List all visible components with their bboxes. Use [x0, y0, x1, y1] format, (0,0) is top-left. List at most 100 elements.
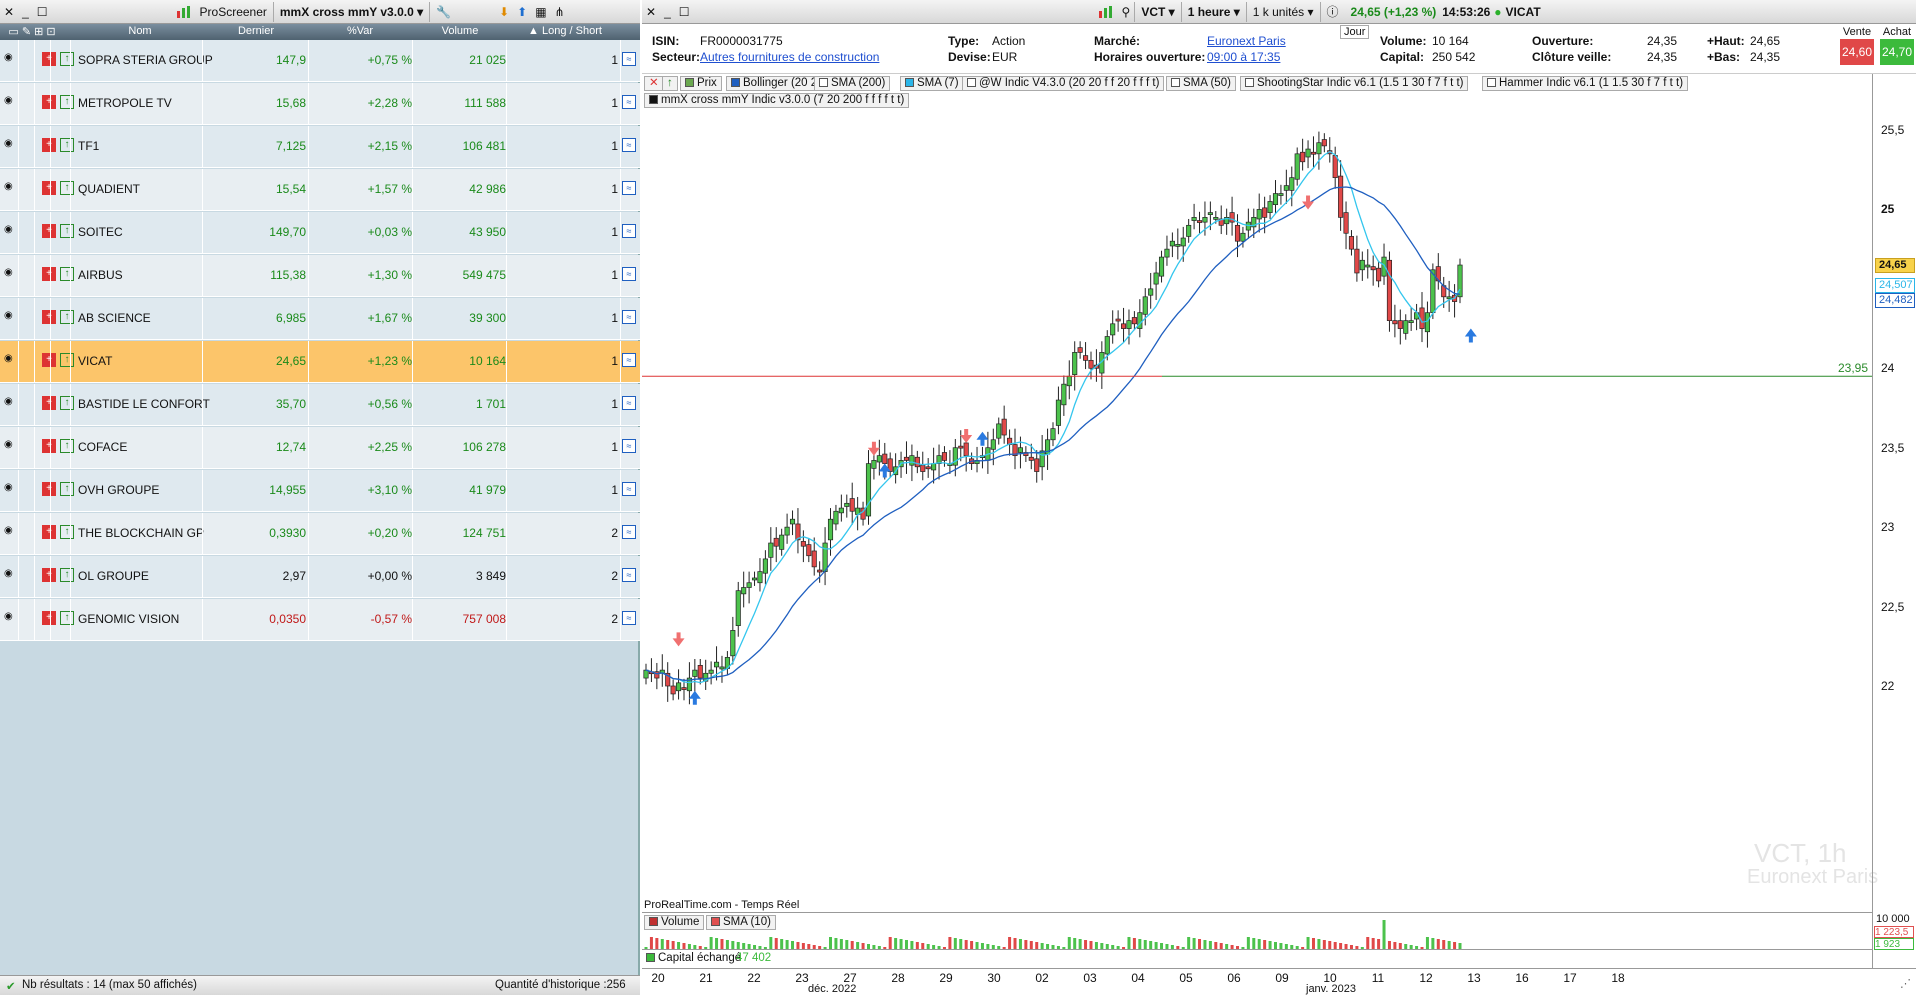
chart-icon[interactable]: ≈ — [622, 439, 636, 453]
chart-icon[interactable]: ≈ — [622, 52, 636, 66]
eye-icon[interactable]: ◉ — [4, 439, 18, 453]
buy-button[interactable]: 24,70 — [1880, 39, 1914, 65]
instrument-info: ISIN: FR0000031775 Secteur: Autres fourn… — [642, 24, 1916, 74]
alert-icon[interactable]: + — [42, 396, 56, 410]
chart-icon[interactable]: ≈ — [622, 181, 636, 195]
table-row[interactable]: ◉ + ↑ AB SCIENCE 6,985 +1,67 % 39 300 1 ≈ — [0, 298, 640, 340]
sort-up-icon[interactable]: ⬆ — [513, 2, 531, 22]
horaires-link[interactable]: 09:00 à 17:35 — [1207, 50, 1280, 64]
chart-icon[interactable]: ≈ — [622, 224, 636, 238]
column-separator — [620, 599, 621, 641]
sell-button[interactable]: 24,60 — [1840, 39, 1874, 65]
close-icon[interactable]: ✕ — [642, 2, 660, 22]
table-row[interactable]: ◉ + ↑ AIRBUS 115,38 +1,30 % 549 475 1 ≈ — [0, 255, 640, 297]
eye-icon[interactable]: ◉ — [4, 396, 18, 410]
candle — [925, 458, 931, 478]
table-row[interactable]: ◉ + ↑ GENOMIC VISION 0,0350 -0,57 % 757 008 2 ≈ — [0, 599, 640, 641]
link-icon[interactable]: ⚲ — [1118, 2, 1135, 22]
row-last: 0,0350 — [269, 612, 306, 626]
chart-icon[interactable]: ≈ — [622, 482, 636, 496]
table-row[interactable]: ◉ + ↑ OVH GROUPE 14,955 +3,10 % 41 979 1 ≈ — [0, 470, 640, 512]
screener-select[interactable]: mmX cross mmY v3.0.0 ▾ — [276, 2, 427, 22]
alert-icon[interactable]: + — [42, 568, 56, 582]
chart-icon[interactable]: ≈ — [622, 396, 636, 410]
table-row[interactable]: ◉ + ↑ VICAT 24,65 +1,23 % 10 164 1 ≈ — [0, 341, 640, 383]
volume-bar — [1024, 940, 1028, 949]
eye-icon[interactable]: ◉ — [4, 267, 18, 281]
table-row[interactable]: ◉ + ↑ METROPOLE TV 15,68 +2,28 % 111 588 1 ≈ — [0, 83, 640, 125]
wrench-icon[interactable]: 🔧 — [432, 2, 455, 22]
alert-icon[interactable]: + — [42, 353, 56, 367]
eye-icon[interactable]: ◉ — [4, 353, 18, 367]
table-row[interactable]: ◉ + ↑ QUADIENT 15,54 +1,57 % 42 986 1 ≈ — [0, 169, 640, 211]
alert-icon[interactable]: + — [42, 525, 56, 539]
chart-icon[interactable]: ≈ — [622, 95, 636, 109]
eye-icon[interactable]: ◉ — [4, 482, 18, 496]
alert-icon[interactable]: + — [42, 611, 56, 625]
candle — [1338, 160, 1344, 231]
eye-icon[interactable]: ◉ — [4, 52, 18, 66]
volume-sma-tag[interactable]: SMA (10) — [706, 915, 776, 930]
eye-icon[interactable]: ◉ — [4, 95, 18, 109]
sort-down-icon[interactable]: ⬇ — [495, 2, 513, 22]
eye-icon[interactable]: ◉ — [4, 181, 18, 195]
table-row[interactable]: ◉ + ↑ SOPRA STERIA GROUP 147,9 +0,75 % 21 025 1… — [0, 40, 640, 82]
table-row[interactable]: ◉ + ↑ BASTIDE LE CONFORT 35,70 +0,56 % 1 701 1 ≈ — [0, 384, 640, 426]
column-separator — [18, 341, 19, 383]
maximize-icon[interactable]: ☐ — [675, 2, 694, 22]
col-dernier[interactable]: Dernier — [206, 25, 306, 37]
eye-icon[interactable]: ◉ — [4, 611, 18, 625]
column-separator — [50, 599, 51, 641]
marche-link[interactable]: Euronext Paris — [1207, 34, 1286, 48]
units-select[interactable]: 1 k unités ▾ — [1245, 1, 1320, 22]
minimize-icon[interactable]: _ — [18, 2, 33, 22]
layout-icon[interactable]: ▦ — [531, 2, 550, 22]
table-row[interactable]: ◉ + ↑ TF1 7,125 +2,15 % 106 481 1 ≈ — [0, 126, 640, 168]
alert-icon[interactable]: + — [42, 181, 56, 195]
col-nom[interactable]: Nom — [76, 25, 204, 37]
row-var: +1,23 % — [367, 354, 412, 368]
chart-icon[interactable]: ≈ — [622, 353, 636, 367]
table-row[interactable]: ◉ + ↑ THE BLOCKCHAIN GP 0,3930 +0,20 % 124 751… — [0, 513, 640, 555]
share-icon[interactable]: ⋔ — [551, 2, 569, 22]
resize-grip-icon[interactable]: ⋰ — [1900, 977, 1911, 990]
alert-icon[interactable]: + — [42, 439, 56, 453]
eye-icon[interactable]: ◉ — [4, 525, 18, 539]
table-row[interactable]: ◉ + ↑ COFACE 12,74 +2,25 % 106 278 1 ≈ — [0, 427, 640, 469]
table-row[interactable]: ◉ + ↑ OL GROUPE 2,97 +0,00 % 3 849 2 ≈ — [0, 556, 640, 598]
eye-icon[interactable]: ◉ — [4, 310, 18, 324]
price-chart[interactable]: 23,95 — [642, 74, 1872, 894]
col-var[interactable]: %Var — [308, 25, 412, 37]
alert-icon[interactable]: + — [42, 310, 56, 324]
close-icon[interactable]: ✕ — [0, 2, 18, 22]
maximize-icon[interactable]: ☐ — [33, 2, 52, 22]
alert-icon[interactable]: + — [42, 52, 56, 66]
jour-tab[interactable]: Jour — [1340, 25, 1370, 39]
eye-icon[interactable]: ◉ — [4, 138, 18, 152]
chart-icon[interactable]: ≈ — [622, 611, 636, 625]
alert-icon[interactable]: + — [42, 482, 56, 496]
secteur-link[interactable]: Autres fournitures de construction — [700, 50, 879, 64]
chart-icon[interactable]: ≈ — [622, 525, 636, 539]
chart-icon[interactable]: ≈ — [622, 568, 636, 582]
table-row[interactable]: ◉ + ↑ SOITEC 149,70 +0,03 % 43 950 1 ≈ — [0, 212, 640, 254]
eye-icon[interactable]: ◉ — [4, 568, 18, 582]
chart-icon[interactable]: ≈ — [622, 267, 636, 281]
alert-icon[interactable]: + — [42, 224, 56, 238]
info-icon[interactable]: ⓘ — [1319, 1, 1345, 22]
alert-icon[interactable]: + — [42, 95, 56, 109]
col-volume[interactable]: Volume — [414, 25, 506, 37]
eye-icon[interactable]: ◉ — [4, 224, 18, 238]
alert-icon[interactable]: + — [42, 267, 56, 281]
volume-tag[interactable]: Volume — [644, 915, 705, 930]
candle — [1186, 218, 1192, 243]
col-long-short[interactable]: ▲ Long / Short — [508, 25, 622, 37]
chart-icon[interactable]: ≈ — [622, 310, 636, 324]
timeframe-select[interactable]: 1 heure ▾ — [1180, 1, 1246, 22]
ticker-select[interactable]: VCT ▾ — [1134, 1, 1180, 22]
bar-chart-icon[interactable] — [1094, 2, 1118, 22]
chart-icon[interactable]: ≈ — [622, 138, 636, 152]
alert-icon[interactable]: + — [42, 138, 56, 152]
minimize-icon[interactable]: _ — [660, 2, 675, 22]
volume-bar — [1029, 941, 1033, 949]
